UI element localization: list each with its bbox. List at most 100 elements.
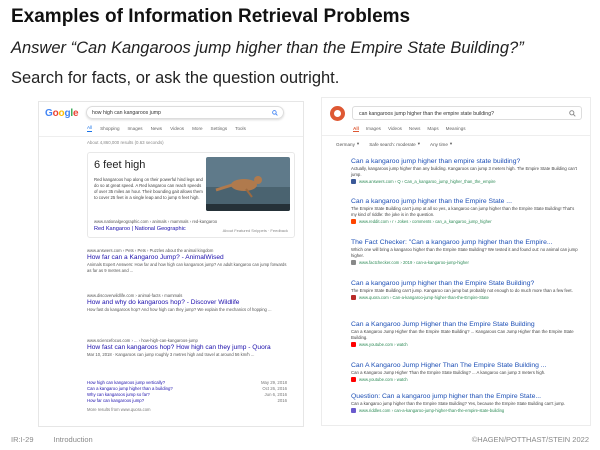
search-result: Can a kangaroo jump higher than the Empi… — [351, 198, 579, 224]
tab-videos[interactable]: Videos — [170, 125, 184, 132]
result-title[interactable]: How fast can kangaroos hop? How high can… — [87, 344, 287, 351]
result-url: www.reddit.com › r › Jokes › comments › … — [351, 218, 579, 224]
result-desc: The Empire State Building can't jump at … — [351, 206, 575, 217]
search-result: Can A Kangaroo Jump Higher Than The Empi… — [351, 362, 579, 382]
search-result: Question: Can a kangaroo jump higher tha… — [351, 393, 579, 413]
favicon-icon — [351, 178, 356, 184]
ddg-search-input[interactable]: can kangaroos jump higher than the empir… — [352, 106, 582, 120]
tab-images[interactable]: Images — [128, 125, 143, 132]
search-icon[interactable] — [272, 110, 278, 116]
copyright: ©HAGEN/POTTHAST/STEIN 2022 — [471, 435, 589, 444]
featured-source: www.nationalgeographic.com › animals › m… — [94, 219, 218, 224]
result-title[interactable]: Can a Kangaroo Jump Higher than the Empi… — [351, 321, 579, 328]
tab-all[interactable]: All — [353, 126, 359, 132]
featured-text: Red kangaroos hop along on their powerfu… — [94, 177, 203, 200]
tab-all[interactable]: All — [87, 125, 93, 132]
tab-images[interactable]: Images — [366, 126, 381, 132]
more-results-link[interactable]: More results from www.quora.com — [87, 407, 151, 412]
search-result: Can a kangaroo jump higher than the Empi… — [351, 280, 579, 300]
ddg-tabs: All Images Videos News Maps Meanings — [353, 126, 466, 132]
divider — [322, 135, 590, 136]
ddg-query: can kangaroos jump higher than the empir… — [359, 111, 494, 117]
slide-title: Examples of Information Retrieval Proble… — [11, 6, 411, 27]
google-logo[interactable]: Google — [45, 108, 79, 119]
result-title[interactable]: The Fact Checker: "Can a kangaroo jump h… — [351, 239, 579, 246]
section-name: Introduction — [53, 435, 93, 444]
result-url: www.youtube.com › watch — [351, 341, 579, 347]
google-tabs: All Shopping Images News Videos More Set… — [87, 125, 246, 132]
google-search-input[interactable]: how high can kangaroos jump — [86, 106, 284, 119]
result-desc: Can a kangaroo jump higher than the Empi… — [351, 401, 566, 406]
search-result: Can a kangaroo jump higher than empire s… — [351, 158, 579, 184]
result-url: www.answers.com › Q › Can_a_kangaroo_jum… — [351, 178, 579, 184]
search-result: Can a Kangaroo Jump Higher than the Empi… — [351, 321, 579, 347]
result-url: www.sciencefocus.com › ... › how-high-ca… — [87, 338, 198, 343]
favicon-icon — [351, 341, 356, 347]
favicon-icon — [351, 407, 356, 413]
result-title[interactable]: Can A Kangaroo Jump Higher Than The Empi… — [351, 362, 579, 369]
favicon-icon — [351, 294, 356, 300]
featured-about[interactable]: About Featured Snippets · Feedback — [223, 228, 288, 233]
result-url: www.youtube.com › watch — [351, 376, 579, 382]
slide-subtitle: Answer “Can Kangaroos jump higher than t… — [11, 39, 524, 57]
result-desc: How fast do kangaroos hop? And how high … — [87, 307, 272, 312]
google-query: how high can kangaroos jump — [92, 110, 161, 116]
chevron-down-icon: ▾ — [417, 141, 421, 146]
slide-text-line: Search for facts, or ask the question ou… — [11, 69, 340, 87]
duckduckgo-screenshot: can kangaroos jump higher than the empir… — [321, 97, 591, 426]
chevron-down-icon: ▾ — [356, 141, 360, 146]
result-title[interactable]: How and why do kangaroos hop? - Discover… — [87, 299, 287, 306]
result-title[interactable]: Can a kangaroo jump higher than empire s… — [351, 158, 579, 165]
tab-news[interactable]: News — [151, 125, 163, 132]
result-desc: Animals Expert Answers: How far and how … — [87, 262, 287, 273]
region-filter[interactable]: Germany ▾ — [336, 141, 359, 147]
result-desc: Actually, kangaroos jump higher than any… — [351, 166, 577, 177]
safesearch-filter[interactable]: Safe search: moderate ▾ — [369, 141, 420, 147]
search-result: www.answers.com › Pets › Pets › Puzzles … — [87, 248, 287, 273]
featured-link[interactable]: Red Kangaroo | National Geographic — [94, 226, 186, 232]
result-desc: Can a Kangaroo Jump Higher Than the Empi… — [351, 370, 546, 375]
result-desc: Can a Kangaroo Jump Higher than the Empi… — [351, 329, 574, 340]
featured-snippet: 6 feet high Red kangaroos hop along on t… — [87, 152, 295, 238]
tab-meanings[interactable]: Meanings — [446, 126, 466, 132]
result-title[interactable]: How far can a Kangaroo Jump? - AnimalWis… — [87, 254, 287, 261]
result-title[interactable]: Can a kangaroo jump higher than the Empi… — [351, 198, 579, 205]
time-filter[interactable]: Any time ▾ — [430, 141, 452, 147]
kangaroo-image[interactable] — [206, 157, 290, 211]
tab-news[interactable]: News — [409, 126, 421, 132]
result-url: www.riddles.com › can-a-kangaroo-jump-hi… — [351, 407, 579, 413]
search-result: www.sciencefocus.com › ... › how-high-ca… — [87, 338, 287, 358]
tab-more[interactable]: More — [192, 125, 202, 132]
result-desc: Mar 10, 2018 · Kangaroos can jump roughl… — [87, 352, 255, 357]
tab-shopping[interactable]: Shopping — [100, 125, 119, 132]
result-title[interactable]: Question: Can a kangaroo jump higher tha… — [351, 393, 579, 400]
result-url: www.answers.com › Pets › Pets › Puzzles … — [87, 248, 214, 253]
favicon-icon — [351, 376, 356, 382]
result-url: www.factchecker.com › 2019 › can-a-kanga… — [351, 259, 579, 265]
result-url: www.quora.com › Can-a-kangaroo-jump-high… — [351, 294, 579, 300]
featured-answer: 6 feet high — [94, 159, 146, 171]
result-stats: About 4,860,000 results (0.63 seconds) — [87, 140, 164, 145]
ddg-filters: Germany ▾ Safe search: moderate ▾ Any time… — [336, 141, 452, 147]
tab-tools[interactable]: Tools — [235, 125, 246, 132]
google-logo-letter: e — [72, 108, 79, 119]
favicon-icon — [351, 259, 356, 265]
result-desc: Which one will bring a kangaroo higher t… — [351, 247, 578, 258]
related-questions: How high can kangaroos jump vertically? M… — [87, 380, 287, 404]
tab-videos[interactable]: Videos — [388, 126, 402, 132]
search-result: The Fact Checker: "Can a kangaroo jump h… — [351, 239, 579, 265]
tab-settings[interactable]: Settings — [211, 125, 228, 132]
slide-footer: IR:I-29 Introduction — [11, 435, 93, 444]
google-screenshot: Google how high can kangaroos jump All S… — [38, 101, 304, 427]
google-logo-letter: G — [45, 108, 53, 119]
page-number: IR:I-29 — [11, 435, 34, 444]
result-desc: The Empire State Building can't jump. Ka… — [351, 288, 573, 293]
divider — [39, 136, 303, 137]
list-item[interactable]: How far can kangaroos jump? 2016 — [87, 398, 287, 404]
result-title[interactable]: Can a kangaroo jump higher than the Empi… — [351, 280, 579, 287]
favicon-icon — [351, 218, 356, 224]
tab-maps[interactable]: Maps — [427, 126, 438, 132]
result-url: www.discoverwildlife.com › animal-facts … — [87, 293, 183, 298]
duckduckgo-logo[interactable] — [330, 106, 345, 121]
search-icon[interactable] — [569, 110, 576, 117]
